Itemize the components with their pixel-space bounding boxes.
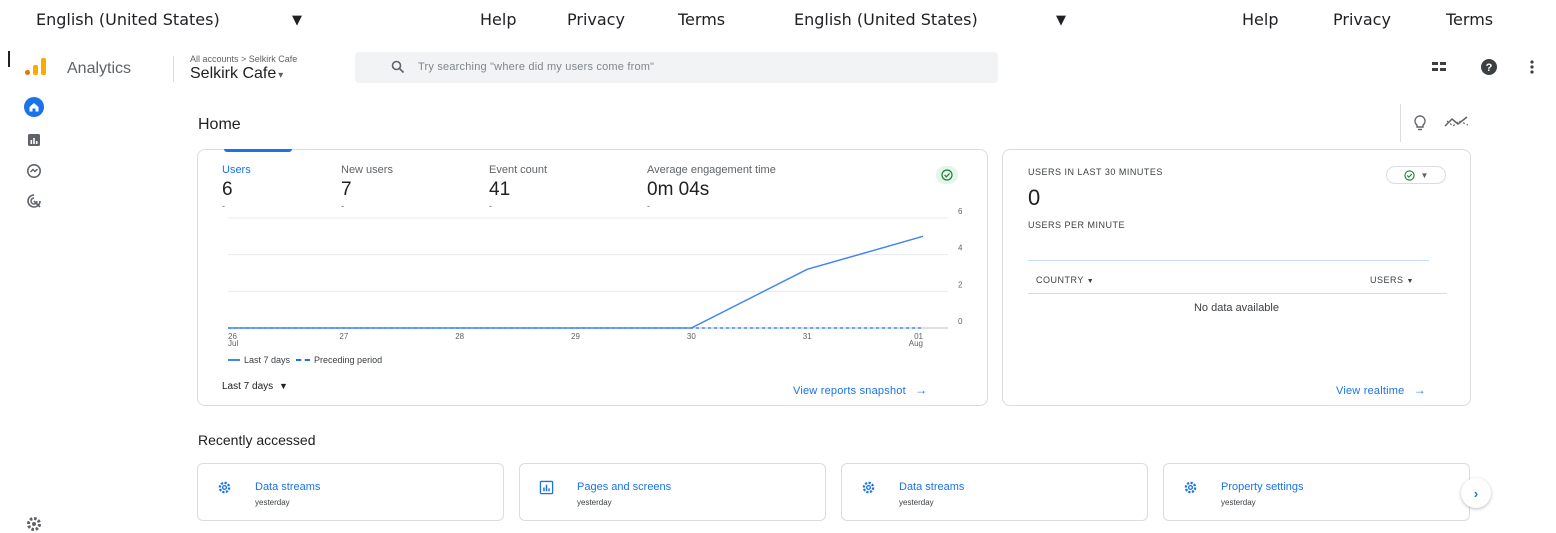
analytics-logo-icon[interactable] (24, 58, 48, 76)
column-country[interactable]: COUNTRY ▼ (1036, 275, 1094, 285)
insights-trend-icon[interactable] (1443, 115, 1471, 129)
top-links-bar: English (United States) ▼ Help Privacy T… (0, 0, 1556, 42)
svg-text:?: ? (1486, 62, 1493, 74)
report-icon (538, 479, 554, 495)
privacy-link-1[interactable]: Privacy (567, 10, 625, 29)
realtime-subtitle: USERS PER MINUTE (1028, 220, 1126, 230)
recent-item-title: Data streams (899, 481, 965, 493)
x-tick-label: 28 (455, 332, 464, 341)
chevron-down-icon[interactable]: ▼ (1056, 13, 1066, 28)
recent-item-time: yesterday (255, 498, 290, 507)
nav-advertising-icon[interactable] (24, 191, 44, 211)
link-label: View reports snapshot (793, 385, 906, 397)
recently-accessed-title: Recently accessed (198, 432, 316, 448)
legend-swatch-dashed (296, 359, 311, 361)
recent-item-title: Data streams (255, 481, 321, 493)
realtime-title: USERS IN LAST 30 MINUTES (1028, 167, 1163, 177)
users-line-chart: 024626Jul27 28 29 30 31 01Aug (228, 207, 963, 348)
nav-home-icon[interactable] (24, 97, 44, 117)
legend-swatch-solid (228, 359, 240, 361)
recent-item-time: yesterday (899, 498, 934, 507)
x-tick-label: 29 (571, 332, 580, 341)
terms-link-1[interactable]: Terms (678, 10, 725, 29)
link-label: View realtime (1336, 385, 1405, 397)
chevron-down-icon: ▾ (278, 70, 284, 81)
recent-item[interactable]: Pages and screens yesterday (519, 463, 826, 521)
page-title: Home (198, 116, 241, 133)
gear-icon (216, 479, 232, 495)
x-tick-label: 27 (339, 332, 348, 341)
admin-settings-gear-icon[interactable] (25, 515, 43, 533)
recent-item[interactable]: Data streams yesterday (197, 463, 504, 521)
x-tick-label: Jul (228, 339, 238, 348)
app-header: Analytics All accounts > Selkirk Cafe Se… (0, 46, 1556, 90)
insights-lightbulb-icon[interactable] (1412, 114, 1428, 132)
caret-down-icon: ▼ (1420, 170, 1429, 180)
y-tick-label: 0 (958, 317, 963, 326)
realtime-value: 0 (1028, 185, 1041, 210)
terms-link-2[interactable]: Terms (1446, 10, 1493, 29)
caret-down-icon: ▼ (1086, 278, 1095, 285)
help-link-1[interactable]: Help (480, 10, 516, 29)
arrow-right-icon: → (915, 383, 928, 397)
nav-reports-icon[interactable] (24, 130, 44, 150)
search-input[interactable]: Try searching "where did my users come f… (355, 52, 998, 83)
privacy-link-2[interactable]: Privacy (1333, 10, 1391, 29)
y-tick-label: 4 (958, 244, 963, 253)
y-tick-label: 6 (958, 207, 963, 216)
overview-card: Users 6 - New users 7 - Event count 41 -… (197, 149, 988, 406)
nav-explore-icon[interactable] (24, 161, 44, 181)
realtime-check-dropdown[interactable]: ▼ (1386, 166, 1446, 184)
view-realtime-link[interactable]: View realtime → (1336, 383, 1426, 397)
language-select-1[interactable]: English (United States) (36, 10, 220, 29)
column-label: USERS (1370, 275, 1404, 285)
chevron-down-icon[interactable]: ▼ (292, 13, 302, 28)
y-tick-label: 2 (958, 280, 963, 289)
app-name: Analytics (67, 60, 132, 77)
recent-item-title: Property settings (1221, 481, 1304, 493)
legend-label: Preceding period (314, 355, 383, 365)
language-select-2[interactable]: English (United States) (794, 10, 978, 29)
chart-legend: Last 7 days Preceding period (228, 355, 382, 365)
caret-down-icon: ▼ (1406, 278, 1414, 285)
date-range-label: Last 7 days (222, 381, 274, 392)
recent-item-time: yesterday (1221, 498, 1256, 507)
header-divider (173, 56, 174, 82)
more-vert-icon[interactable] (1522, 57, 1542, 77)
gear-icon (860, 479, 876, 495)
x-tick-label: Aug (909, 339, 923, 348)
search-placeholder: Try searching "where did my users come f… (418, 61, 655, 73)
x-tick-label: 31 (803, 332, 812, 341)
next-carousel-button[interactable]: › (1461, 478, 1491, 508)
column-label: COUNTRY (1036, 275, 1084, 285)
text-cursor (8, 51, 10, 67)
check-circle-icon (1403, 169, 1415, 181)
gear-icon (1182, 479, 1198, 495)
chevron-right-icon: › (1473, 485, 1479, 501)
account-name: Selkirk Cafe (190, 65, 277, 82)
legend-label: Last 7 days (244, 355, 291, 365)
apps-grid-icon[interactable] (1429, 57, 1449, 77)
no-data-message: No data available (1193, 302, 1279, 314)
view-reports-snapshot-link[interactable]: View reports snapshot → (793, 383, 927, 397)
column-users[interactable]: USERS ▼ (1370, 275, 1414, 285)
title-divider (1400, 104, 1401, 142)
table-divider (1028, 293, 1447, 294)
arrow-right-icon: → (1413, 383, 1426, 397)
recent-item[interactable]: Data streams yesterday (841, 463, 1148, 521)
recent-item-title: Pages and screens (577, 481, 672, 493)
recent-item-time: yesterday (577, 498, 612, 507)
breadcrumb[interactable]: All accounts > Selkirk Cafe (190, 54, 297, 64)
search-icon (391, 60, 405, 74)
help-link-2[interactable]: Help (1242, 10, 1278, 29)
recent-item[interactable]: Property settings yesterday (1163, 463, 1470, 521)
x-tick-label: 30 (687, 332, 696, 341)
date-range-dropdown[interactable]: Last 7 days ▼ (222, 381, 288, 392)
help-icon[interactable]: ? (1479, 57, 1499, 77)
series-line (228, 235, 924, 329)
account-selector[interactable]: Selkirk Cafe ▾ (190, 65, 283, 83)
caret-down-icon: ▼ (278, 381, 288, 391)
realtime-card: USERS IN LAST 30 MINUTES 0 USERS PER MIN… (1002, 149, 1471, 406)
users-per-minute-bars (1028, 260, 1429, 261)
